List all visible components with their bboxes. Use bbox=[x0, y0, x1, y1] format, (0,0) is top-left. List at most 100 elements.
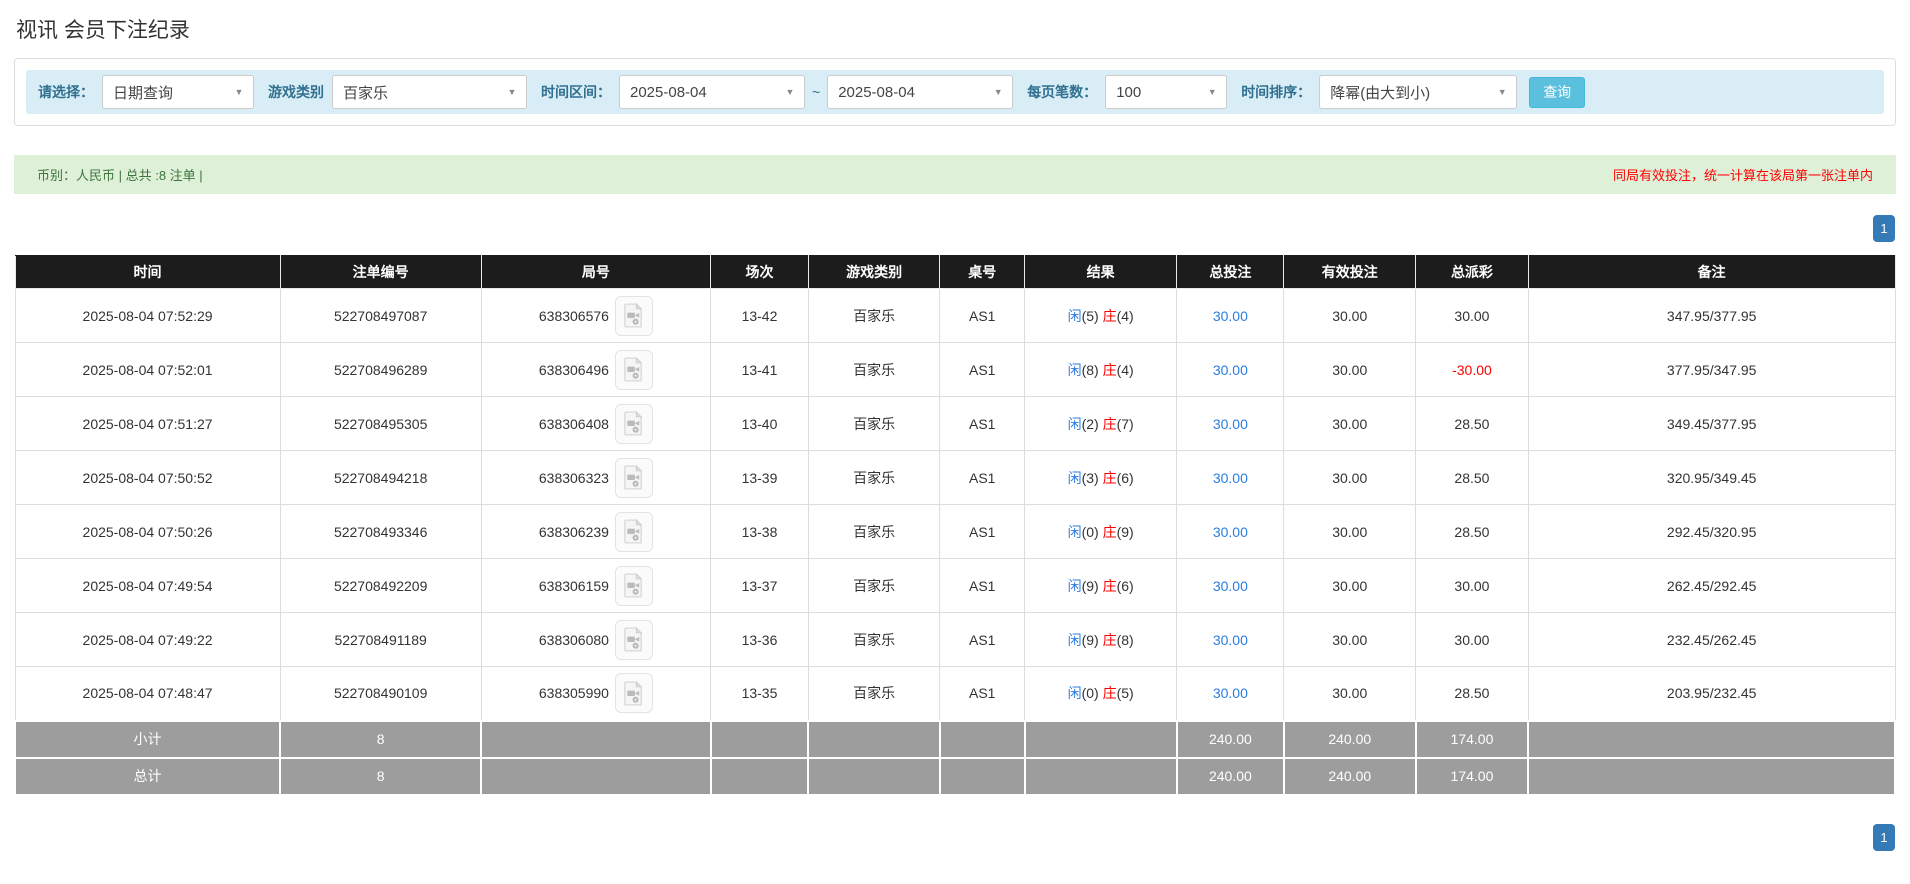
result-player-label: 闲 bbox=[1068, 578, 1082, 594]
subtotal-valid-bet: 240.00 bbox=[1284, 721, 1416, 758]
result-banker-score: (5) bbox=[1117, 685, 1134, 701]
video-file-icon bbox=[623, 465, 644, 490]
total-bet-link[interactable]: 30.00 bbox=[1213, 524, 1248, 540]
cell-bet-id: 522708497087 bbox=[280, 289, 481, 343]
table-header: 时间 注单编号 局号 场次 游戏类别 桌号 结果 总投注 有效投注 总派彩 备注 bbox=[15, 256, 1895, 289]
video-replay-button[interactable] bbox=[615, 512, 653, 552]
cell-note: 262.45/292.45 bbox=[1528, 559, 1895, 613]
cell-game-type: 百家乐 bbox=[808, 289, 940, 343]
cell-valid-bet: 30.00 bbox=[1284, 343, 1416, 397]
total-bet-link[interactable]: 30.00 bbox=[1213, 416, 1248, 432]
total-bet-link[interactable]: 30.00 bbox=[1213, 470, 1248, 486]
cell-round-id: 638306496 bbox=[481, 343, 710, 397]
result-banker-label: 庄 bbox=[1103, 308, 1117, 324]
cell-time: 2025-08-04 07:49:54 bbox=[15, 559, 280, 613]
chevron-down-icon: ▼ bbox=[225, 87, 253, 97]
cell-session: 13-38 bbox=[711, 505, 809, 559]
result-banker-score: (9) bbox=[1117, 524, 1134, 540]
cell-total-bet: 30.00 bbox=[1177, 397, 1284, 451]
cell-time: 2025-08-04 07:49:22 bbox=[15, 613, 280, 667]
cell-round-id: 638306323 bbox=[481, 451, 710, 505]
col-header-payout: 总派彩 bbox=[1416, 256, 1529, 289]
table-summary: 小计 8 240.00 240.00 174.00 总计 8 240.00 24… bbox=[15, 721, 1895, 795]
query-type-select[interactable]: 日期查询 ▼ bbox=[102, 75, 254, 109]
cell-session: 13-42 bbox=[711, 289, 809, 343]
date-range-separator: ~ bbox=[812, 84, 820, 100]
page: 视讯 会员下注纪录 请选择： 日期查询 ▼ 游戏类别 百家乐 ▼ 时间区间： 2… bbox=[0, 0, 1910, 884]
currency-total-text: 币别：人民币 | 总共 :8 注单 | bbox=[37, 165, 203, 184]
table-row: 2025-08-04 07:52:29 522708497087 6383065… bbox=[15, 289, 1895, 343]
table-row: 2025-08-04 07:50:26 522708493346 6383062… bbox=[15, 505, 1895, 559]
video-replay-button[interactable] bbox=[615, 404, 653, 444]
round-id-text: 638306576 bbox=[539, 308, 609, 324]
total-bet-link[interactable]: 30.00 bbox=[1213, 632, 1248, 648]
cell-payout: 28.50 bbox=[1416, 397, 1529, 451]
summary-bar: 币别：人民币 | 总共 :8 注单 | 同局有效投注，统一计算在该局第一张注单内 bbox=[14, 155, 1896, 194]
video-file-icon bbox=[623, 357, 644, 382]
video-replay-button[interactable] bbox=[615, 620, 653, 660]
cell-table-no: AS1 bbox=[940, 397, 1025, 451]
video-replay-button[interactable] bbox=[615, 296, 653, 336]
page-title: 视讯 会员下注纪录 bbox=[16, 14, 1896, 44]
query-type-value: 日期查询 bbox=[103, 82, 173, 103]
result-banker-score: (8) bbox=[1117, 632, 1134, 648]
page-size-select[interactable]: 100 ▼ bbox=[1105, 75, 1227, 109]
query-type-label: 请选择： bbox=[38, 82, 94, 102]
cell-total-bet: 30.00 bbox=[1177, 451, 1284, 505]
cell-total-bet: 30.00 bbox=[1177, 559, 1284, 613]
cell-time: 2025-08-04 07:50:52 bbox=[15, 451, 280, 505]
result-player-label: 闲 bbox=[1068, 685, 1082, 701]
cell-valid-bet: 30.00 bbox=[1284, 397, 1416, 451]
cell-game-type: 百家乐 bbox=[808, 343, 940, 397]
result-banker-label: 庄 bbox=[1103, 685, 1117, 701]
result-banker-label: 庄 bbox=[1103, 578, 1117, 594]
result-banker-score: (4) bbox=[1117, 308, 1134, 324]
cell-result: 闲(2) 庄(7) bbox=[1025, 397, 1177, 451]
sort-order-select[interactable]: 降幂(由大到小) ▼ bbox=[1319, 75, 1517, 109]
game-type-select[interactable]: 百家乐 ▼ bbox=[332, 75, 527, 109]
result-player-score: (2) bbox=[1082, 416, 1099, 432]
total-bet-link[interactable]: 30.00 bbox=[1213, 578, 1248, 594]
cell-note: 320.95/349.45 bbox=[1528, 451, 1895, 505]
video-replay-button[interactable] bbox=[615, 350, 653, 390]
total-bet-link[interactable]: 30.00 bbox=[1213, 685, 1248, 701]
video-replay-button[interactable] bbox=[615, 458, 653, 498]
cell-round-id: 638306239 bbox=[481, 505, 710, 559]
col-header-table-no: 桌号 bbox=[940, 256, 1025, 289]
result-banker-label: 庄 bbox=[1103, 470, 1117, 486]
date-to-select[interactable]: 2025-08-04 ▼ bbox=[827, 75, 1013, 109]
bet-records-table: 时间 注单编号 局号 场次 游戏类别 桌号 结果 总投注 有效投注 总派彩 备注… bbox=[14, 255, 1896, 796]
result-player-score: (9) bbox=[1082, 632, 1099, 648]
result-player-label: 闲 bbox=[1068, 470, 1082, 486]
cell-note: 292.45/320.95 bbox=[1528, 505, 1895, 559]
result-player-score: (8) bbox=[1082, 362, 1099, 378]
round-id-text: 638306080 bbox=[539, 632, 609, 648]
cell-valid-bet: 30.00 bbox=[1284, 451, 1416, 505]
total-bet-link[interactable]: 30.00 bbox=[1213, 308, 1248, 324]
page-button-1[interactable]: 1 bbox=[1873, 215, 1895, 242]
cell-note: 232.45/262.45 bbox=[1528, 613, 1895, 667]
sort-order-value: 降幂(由大到小) bbox=[1320, 82, 1430, 103]
total-bet-link[interactable]: 30.00 bbox=[1213, 362, 1248, 378]
cell-table-no: AS1 bbox=[940, 667, 1025, 721]
date-to-value: 2025-08-04 bbox=[828, 84, 915, 101]
round-id-text: 638306496 bbox=[539, 362, 609, 378]
time-range-label: 时间区间： bbox=[541, 82, 611, 102]
video-replay-button[interactable] bbox=[615, 673, 653, 713]
video-replay-button[interactable] bbox=[615, 566, 653, 606]
cell-total-bet: 30.00 bbox=[1177, 343, 1284, 397]
subtotal-row: 小计 8 240.00 240.00 174.00 bbox=[15, 721, 1895, 758]
page-button-1[interactable]: 1 bbox=[1873, 824, 1895, 851]
search-button[interactable]: 查询 bbox=[1529, 77, 1585, 108]
date-from-select[interactable]: 2025-08-04 ▼ bbox=[619, 75, 805, 109]
cell-payout: 28.50 bbox=[1416, 451, 1529, 505]
total-count: 8 bbox=[280, 758, 481, 795]
cell-table-no: AS1 bbox=[940, 559, 1025, 613]
cell-bet-id: 522708491189 bbox=[280, 613, 481, 667]
total-label: 总计 bbox=[15, 758, 280, 795]
cell-table-no: AS1 bbox=[940, 289, 1025, 343]
result-banker-score: (6) bbox=[1117, 470, 1134, 486]
video-file-icon bbox=[623, 573, 644, 598]
round-id-text: 638306159 bbox=[539, 578, 609, 594]
result-banker-label: 庄 bbox=[1103, 524, 1117, 540]
